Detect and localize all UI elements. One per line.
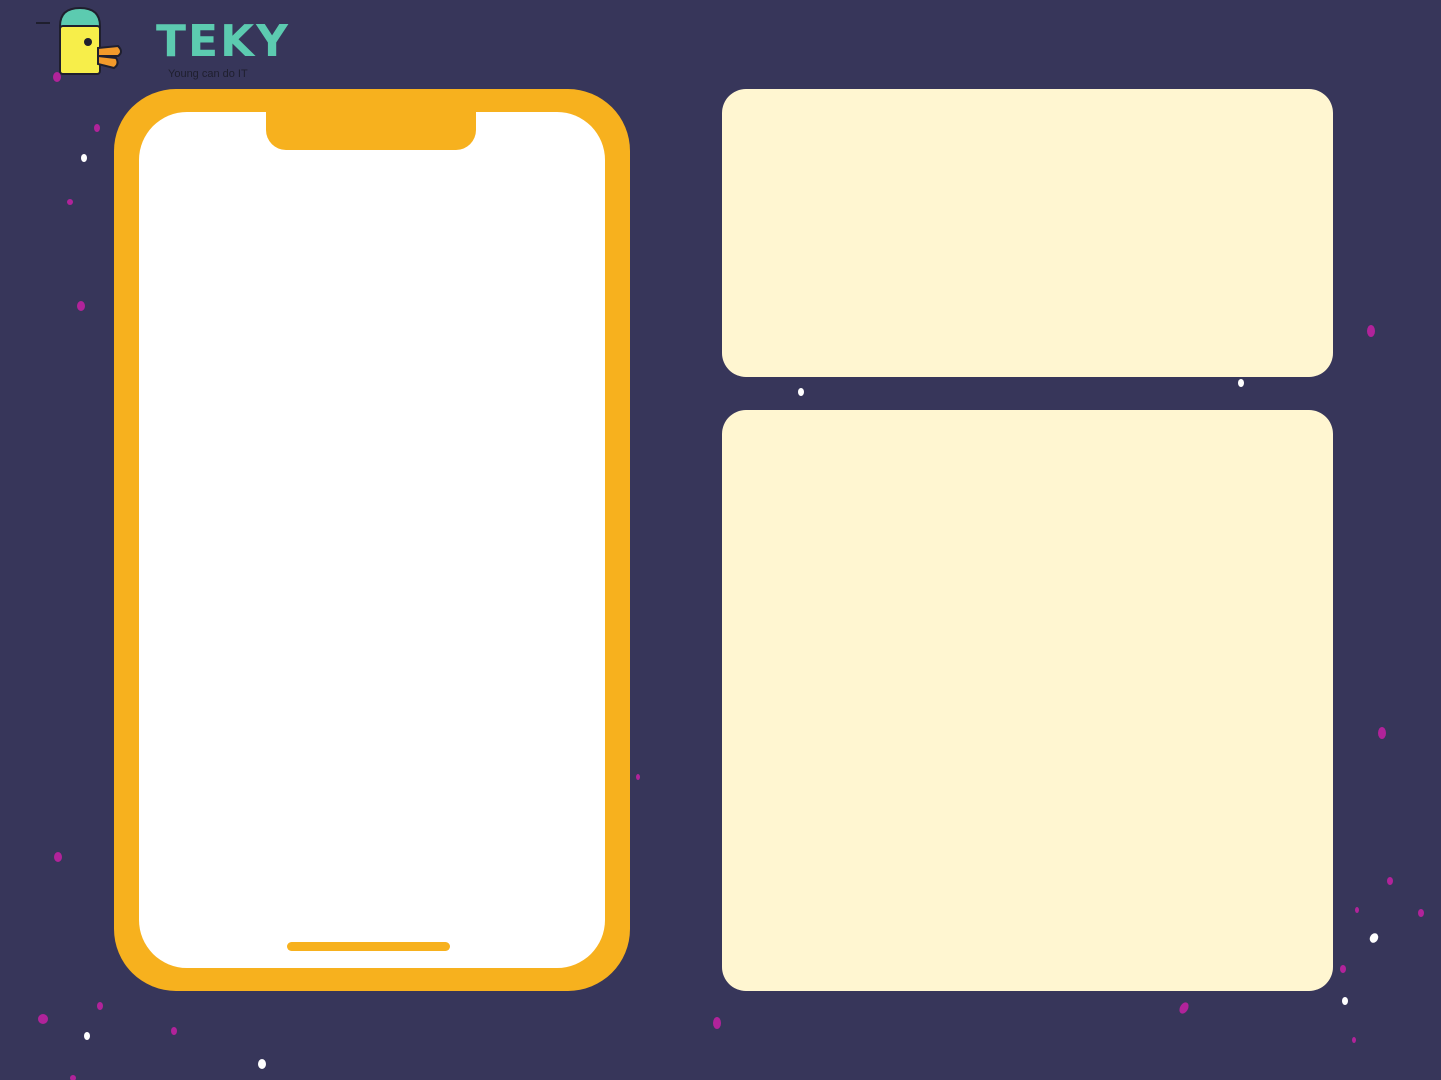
logo-wordmark: TEKY (156, 16, 291, 67)
phone-home-indicator (287, 942, 450, 951)
logo-tagline: Young can do IT (168, 68, 248, 80)
phone-mockup (114, 89, 630, 991)
slide-stage: TEKY Young can do IT (0, 0, 1441, 1080)
bottom-content-panel (722, 410, 1333, 991)
teky-logo: TEKY Young can do IT (36, 6, 288, 80)
phone-notch (266, 110, 476, 150)
phone-screen (139, 112, 605, 968)
duck-mascot-icon (36, 6, 122, 75)
top-content-panel (722, 89, 1333, 377)
